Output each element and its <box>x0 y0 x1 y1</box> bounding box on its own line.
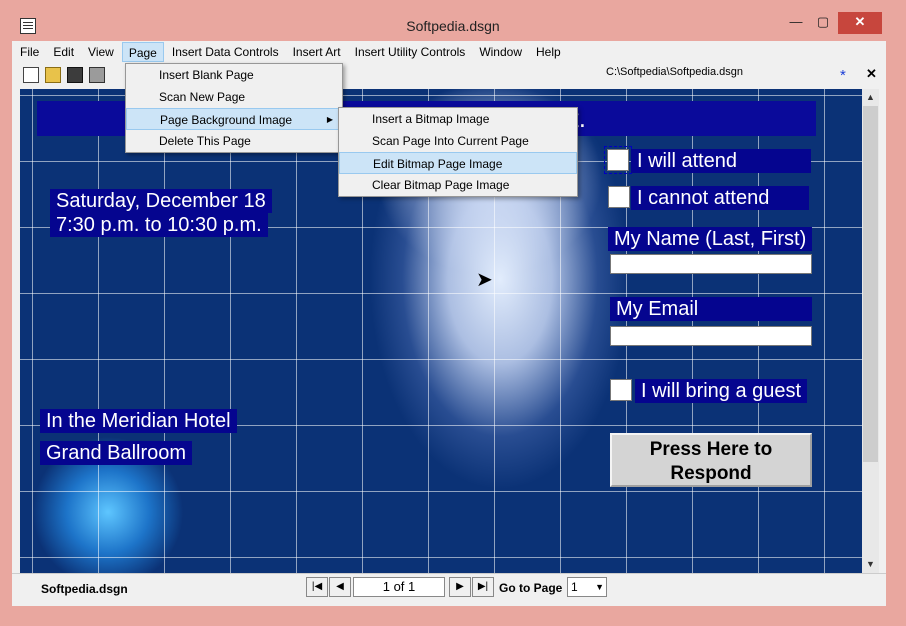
cannot-attend-checkbox[interactable] <box>608 186 630 208</box>
menu-page-background-image[interactable]: Page Background Image ▶ <box>126 108 342 130</box>
menu-file[interactable]: File <box>14 42 45 62</box>
menu-edit[interactable]: Edit <box>47 42 80 62</box>
next-page-button[interactable]: ▶ <box>449 577 471 597</box>
title-bar: Softpedia.dsgn — ▢ ✕ <box>0 0 906 41</box>
goto-page-label: Go to Page <box>499 581 563 595</box>
name-label: My Name (Last, First) <box>608 227 813 251</box>
menu-scan-new-page[interactable]: Scan New Page <box>126 86 342 108</box>
scroll-up-icon[interactable]: ▲ <box>862 89 879 106</box>
open-folder-icon[interactable] <box>45 67 61 83</box>
status-filename: Softpedia.dsgn <box>41 582 128 596</box>
submenu-edit-bitmap[interactable]: Edit Bitmap Page Image <box>339 152 577 174</box>
cannot-attend-label: I cannot attend <box>631 186 809 210</box>
mouse-cursor-icon: ➤ <box>476 269 493 291</box>
scroll-thumb[interactable] <box>863 106 878 462</box>
goto-page-value: 1 <box>571 580 578 594</box>
menu-bar: File Edit View Page Insert Data Controls… <box>12 41 886 63</box>
email-field[interactable] <box>610 326 812 346</box>
file-path: C:\Softpedia\Softpedia.dsgn <box>606 66 743 78</box>
name-field[interactable] <box>610 254 812 274</box>
page-indicator[interactable]: 1 of 1 <box>353 577 445 597</box>
menu-insert-art[interactable]: Insert Art <box>287 42 347 62</box>
background-image-submenu: Insert a Bitmap Image Scan Page Into Cur… <box>338 107 578 197</box>
menu-insert-utility-controls[interactable]: Insert Utility Controls <box>349 42 472 62</box>
window-title: Softpedia.dsgn <box>406 18 500 34</box>
menu-delete-this-page[interactable]: Delete This Page <box>126 130 342 152</box>
date-label[interactable]: Saturday, December 18 <box>50 189 272 213</box>
venue-label[interactable]: In the Meridian Hotel <box>40 409 237 433</box>
close-document-button[interactable]: ✕ <box>866 66 877 82</box>
menu-help[interactable]: Help <box>530 42 567 62</box>
page-menu-dropdown: Insert Blank Page Scan New Page Page Bac… <box>125 63 343 153</box>
print-icon[interactable] <box>89 67 105 83</box>
prev-page-button[interactable]: ◀ <box>329 577 351 597</box>
menu-insert-blank-page[interactable]: Insert Blank Page <box>126 64 342 86</box>
time-label[interactable]: 7:30 p.m. to 10:30 p.m. <box>50 213 268 237</box>
menu-page[interactable]: Page <box>121 42 164 62</box>
ballroom-label[interactable]: Grand Ballroom <box>40 441 193 465</box>
menu-insert-data-controls[interactable]: Insert Data Controls <box>166 42 285 62</box>
submenu-clear-bitmap[interactable]: Clear Bitmap Page Image <box>339 174 577 196</box>
respond-button[interactable]: Press Here to Respond <box>610 433 812 487</box>
menu-window[interactable]: Window <box>473 42 528 62</box>
menu-view[interactable]: View <box>82 42 120 62</box>
guest-label: I will bring a guest <box>635 379 808 403</box>
email-label: My Email <box>610 297 812 321</box>
app-window: Softpedia.dsgn — ▢ ✕ File Edit View Page… <box>0 0 906 626</box>
submenu-arrow-icon: ▶ <box>326 115 333 124</box>
submenu-scan-into-page[interactable]: Scan Page Into Current Page <box>339 130 577 152</box>
menu-page-background-image-label: Page Background Image <box>160 113 293 127</box>
respond-line-2: Respond <box>670 463 752 484</box>
guest-checkbox[interactable] <box>610 379 632 401</box>
new-document-icon[interactable] <box>23 67 39 83</box>
scroll-down-icon[interactable]: ▼ <box>862 556 879 573</box>
close-button[interactable]: ✕ <box>838 12 882 34</box>
status-bar: Softpedia.dsgn |◀ ◀ 1 of 1 ▶ ▶| Go to Pa… <box>12 573 886 604</box>
respond-line-1: Press Here to <box>649 439 773 460</box>
submenu-insert-bitmap[interactable]: Insert a Bitmap Image <box>339 108 577 130</box>
last-page-button[interactable]: ▶| <box>472 577 494 597</box>
vertical-scrollbar[interactable]: ▲ ▼ <box>862 89 879 573</box>
chevron-down-icon: ▼ <box>595 582 604 592</box>
first-page-button[interactable]: |◀ <box>306 577 328 597</box>
attend-label: I will attend <box>631 149 811 173</box>
minimize-button[interactable]: — <box>783 12 809 34</box>
save-icon[interactable] <box>67 67 83 83</box>
goto-page-select[interactable]: 1 ▼ <box>567 577 607 597</box>
modified-star-icon: * <box>840 67 846 84</box>
maximize-button[interactable]: ▢ <box>810 12 836 34</box>
attend-checkbox[interactable] <box>604 146 632 174</box>
